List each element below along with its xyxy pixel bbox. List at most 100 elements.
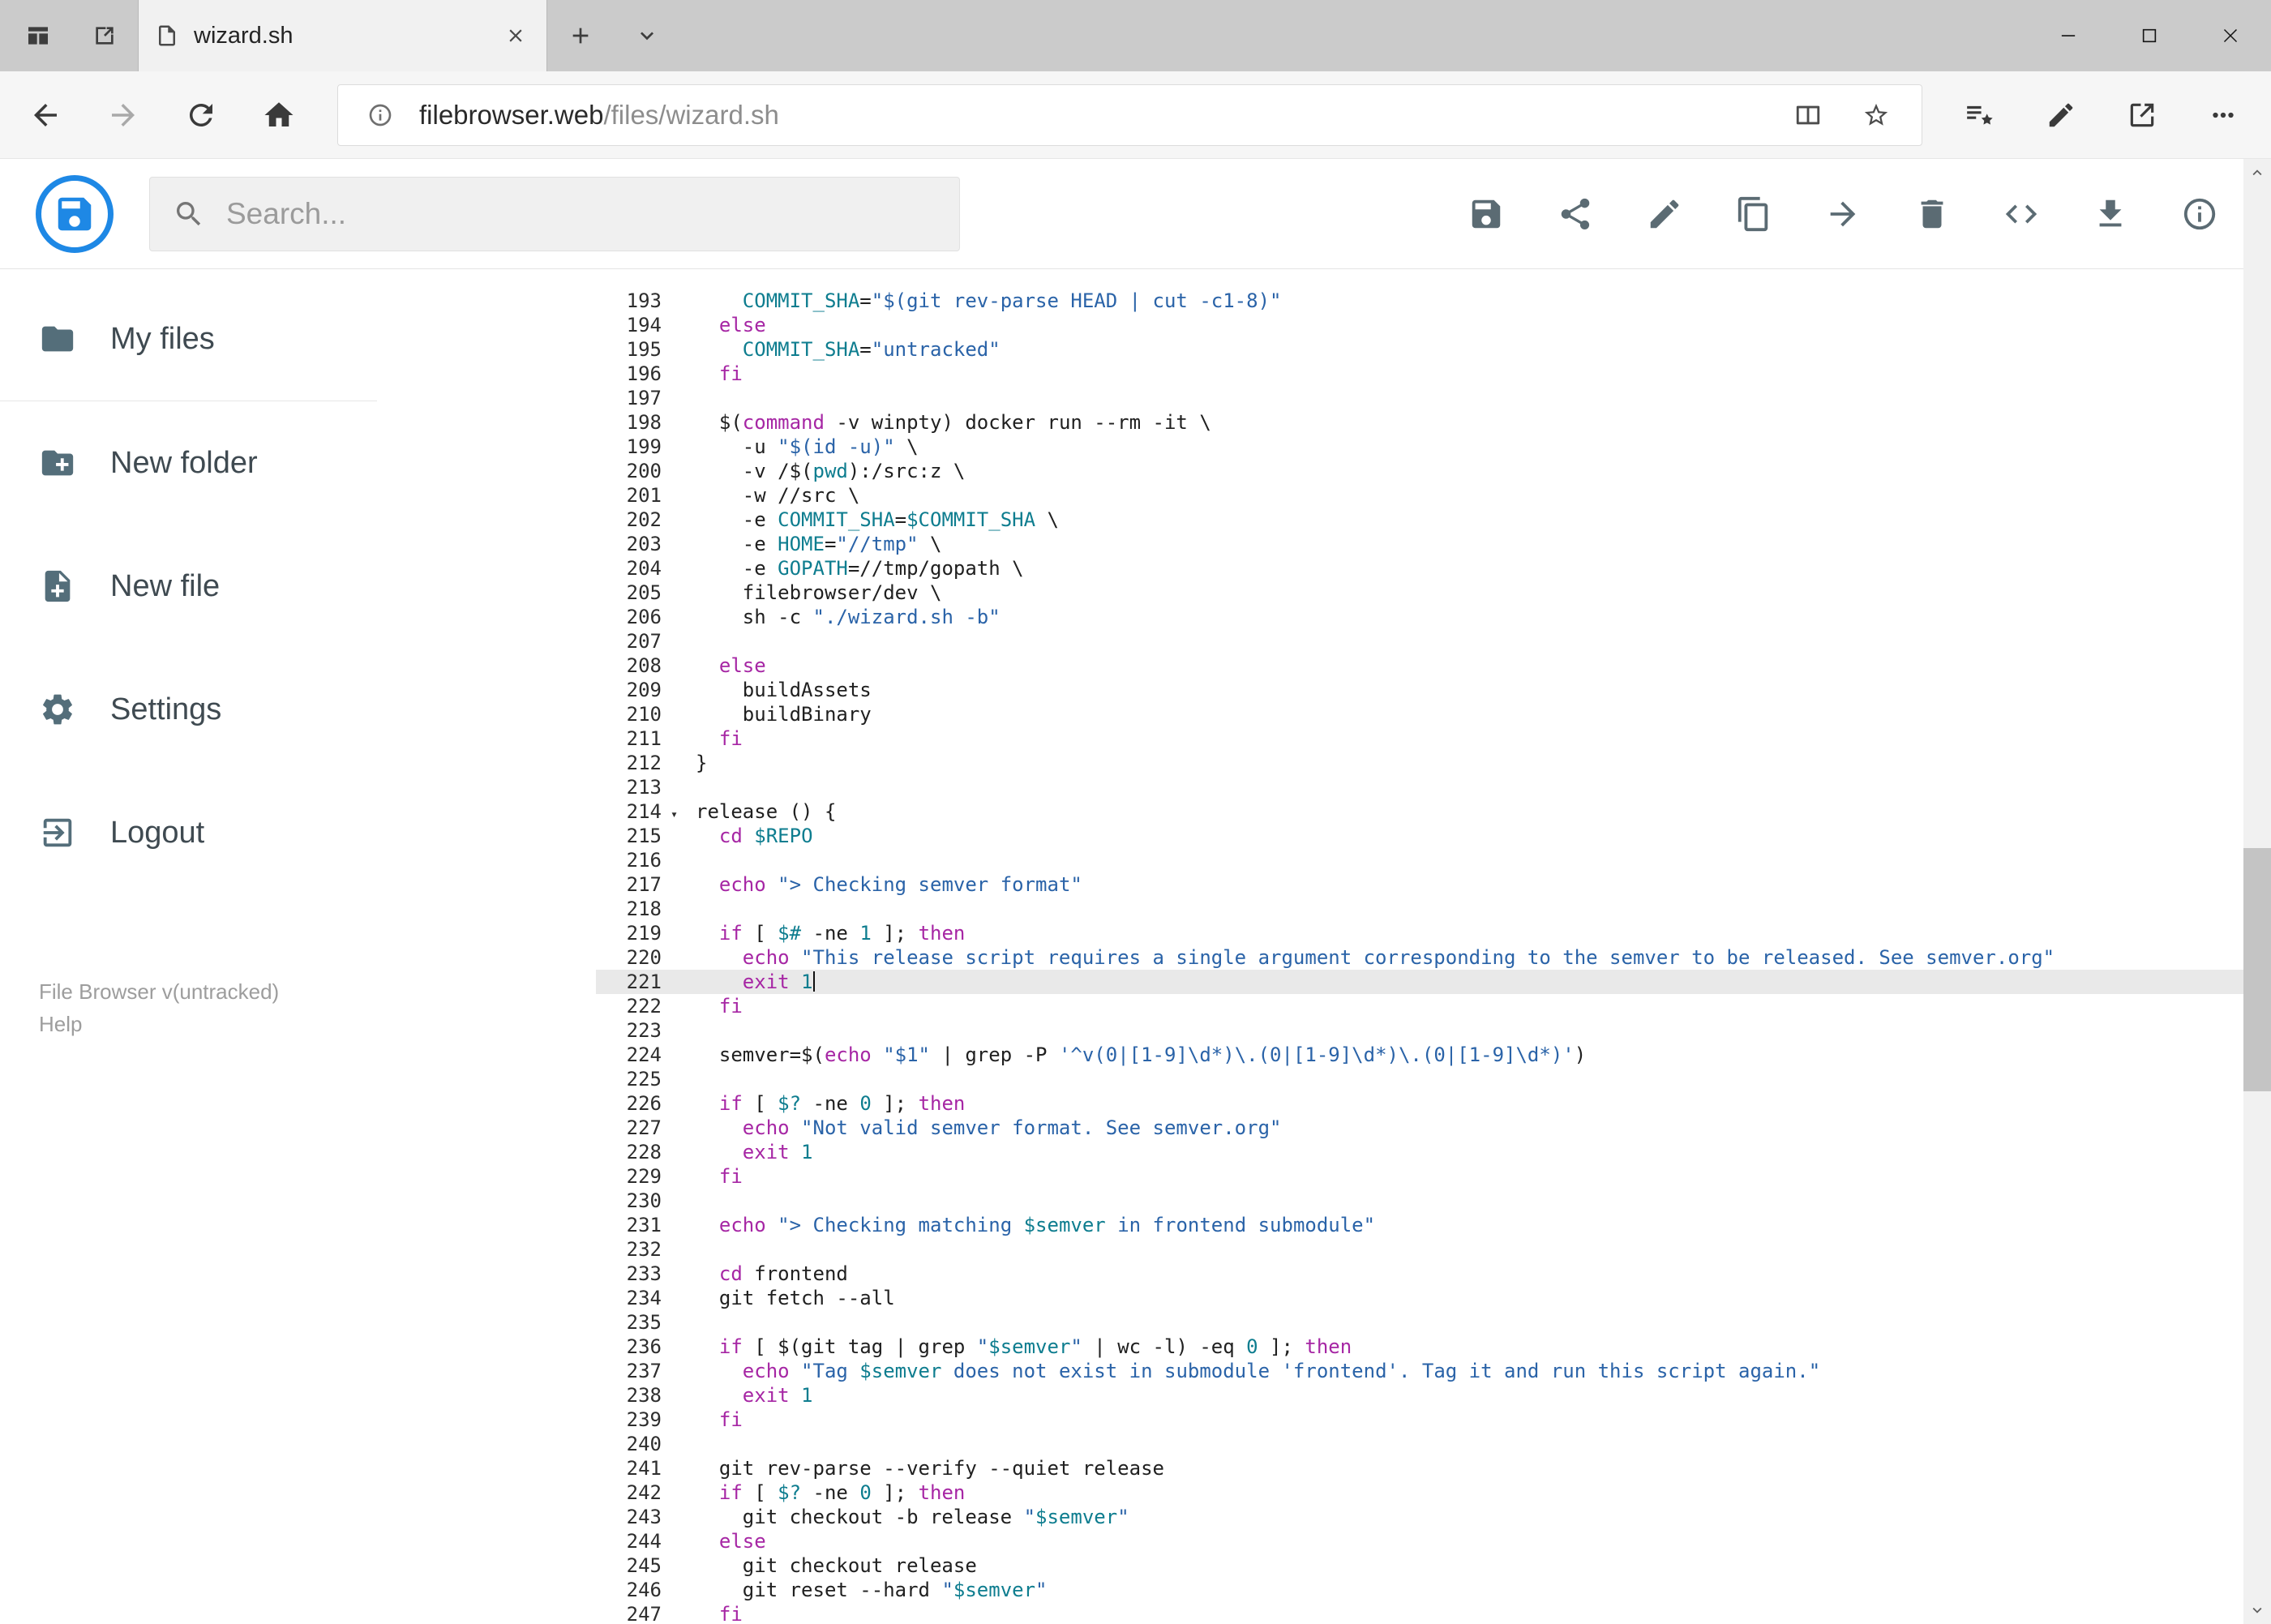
editor-line[interactable]: 216 bbox=[596, 848, 2271, 872]
editor-mode-button[interactable] bbox=[2002, 195, 2041, 234]
sidebar-item-my-files[interactable]: My files bbox=[0, 277, 377, 401]
editor-line[interactable]: 201 -w //src \ bbox=[596, 483, 2271, 508]
editor-line[interactable]: 236 if [ $(git tag | grep "$semver" | wc… bbox=[596, 1335, 2271, 1359]
refresh-button[interactable] bbox=[162, 78, 240, 152]
editor-line[interactable]: 202 -e COMMIT_SHA=$COMMIT_SHA \ bbox=[596, 508, 2271, 532]
editor-line[interactable]: 225 bbox=[596, 1067, 2271, 1091]
add-favorite-button[interactable] bbox=[1850, 89, 1902, 141]
editor-line[interactable]: 221 exit 1 bbox=[596, 970, 2271, 994]
share-button[interactable] bbox=[1556, 195, 1595, 234]
editor-line[interactable]: 208 else bbox=[596, 653, 2271, 678]
reading-view-button[interactable] bbox=[1782, 89, 1834, 141]
editor-line[interactable]: 246 git reset --hard "$semver" bbox=[596, 1578, 2271, 1602]
editor-line[interactable]: 209 buildAssets bbox=[596, 678, 2271, 702]
editor-line[interactable]: 245 git checkout release bbox=[596, 1553, 2271, 1578]
editor-line[interactable]: 226 if [ $? -ne 0 ]; then bbox=[596, 1091, 2271, 1116]
editor-line[interactable]: 229 fi bbox=[596, 1164, 2271, 1189]
editor-line[interactable]: 211 fi bbox=[596, 726, 2271, 751]
editor-line[interactable]: 204 -e GOPATH=//tmp/gopath \ bbox=[596, 556, 2271, 581]
editor-line[interactable]: 242 if [ $? -ne 0 ]; then bbox=[596, 1480, 2271, 1505]
editor-line[interactable]: 228 exit 1 bbox=[596, 1140, 2271, 1164]
editor-line[interactable]: 235 bbox=[596, 1310, 2271, 1335]
sidebar-item-settings[interactable]: Settings bbox=[0, 648, 377, 771]
editor-line[interactable]: 205 filebrowser/dev \ bbox=[596, 581, 2271, 605]
editor-line[interactable]: 241 git rev-parse --verify --quiet relea… bbox=[596, 1456, 2271, 1480]
tab-list-button[interactable] bbox=[614, 0, 680, 71]
editor-line[interactable]: 215 cd $REPO bbox=[596, 824, 2271, 848]
address-bar[interactable]: filebrowser.web/files/wizard.sh bbox=[337, 84, 1922, 146]
search-bar[interactable] bbox=[149, 176, 960, 251]
editor-line[interactable]: 196 fi bbox=[596, 362, 2271, 386]
home-button[interactable] bbox=[240, 78, 318, 152]
editor-line[interactable]: 198 $(command -v winpty) docker run --rm… bbox=[596, 410, 2271, 435]
editor-line[interactable]: 232 bbox=[596, 1237, 2271, 1262]
editor-line[interactable]: 199 -u "$(id -u)" \ bbox=[596, 435, 2271, 459]
back-button[interactable] bbox=[6, 78, 84, 152]
editor-line[interactable]: 244 else bbox=[596, 1529, 2271, 1553]
move-button[interactable] bbox=[1823, 195, 1862, 234]
editor-line[interactable]: 193 COMMIT_SHA="$(git rev-parse HEAD | c… bbox=[596, 289, 2271, 313]
page-scrollbar[interactable] bbox=[2243, 159, 2271, 1624]
editor-line[interactable]: 231 echo "> Checking matching $semver in… bbox=[596, 1213, 2271, 1237]
editor-line[interactable]: 220 echo "This release script requires a… bbox=[596, 945, 2271, 970]
tab-previews-button[interactable] bbox=[5, 0, 71, 71]
more-options-button[interactable] bbox=[2185, 78, 2261, 152]
search-input[interactable] bbox=[226, 196, 936, 231]
set-tabs-aside-button[interactable] bbox=[71, 0, 138, 71]
editor-line[interactable]: 214 ▾ release () { bbox=[596, 799, 2271, 824]
editor-line[interactable]: 233 cd frontend bbox=[596, 1262, 2271, 1286]
editor-line[interactable]: 194 else bbox=[596, 313, 2271, 337]
editor-line[interactable]: 222 fi bbox=[596, 994, 2271, 1018]
editor-line[interactable]: 227 echo "Not valid semver format. See s… bbox=[596, 1116, 2271, 1140]
info-button[interactable] bbox=[2180, 195, 2219, 234]
editor-line[interactable]: 195 COMMIT_SHA="untracked" bbox=[596, 337, 2271, 362]
favorites-hub-button[interactable] bbox=[1942, 78, 2018, 152]
editor-line[interactable]: 230 bbox=[596, 1189, 2271, 1213]
delete-button[interactable] bbox=[1913, 195, 1952, 234]
editor-line[interactable]: 213 bbox=[596, 775, 2271, 799]
editor-line[interactable]: 197 bbox=[596, 386, 2271, 410]
editor-line[interactable]: 217 echo "> Checking semver format" bbox=[596, 872, 2271, 897]
editor-line[interactable]: 237 echo "Tag $semver does not exist in … bbox=[596, 1359, 2271, 1383]
editor-line[interactable]: 218 bbox=[596, 897, 2271, 921]
maximize-button[interactable] bbox=[2109, 0, 2190, 71]
editor-line[interactable]: 210 buildBinary bbox=[596, 702, 2271, 726]
sidebar-item-new-folder[interactable]: New folder bbox=[0, 401, 377, 525]
share-page-button[interactable] bbox=[2104, 78, 2180, 152]
rename-button[interactable] bbox=[1645, 195, 1684, 234]
editor-line[interactable]: 203 -e HOME="//tmp" \ bbox=[596, 532, 2271, 556]
close-window-button[interactable] bbox=[2190, 0, 2271, 71]
editor-line[interactable]: 238 exit 1 bbox=[596, 1383, 2271, 1408]
tab-wizard-sh[interactable]: wizard.sh bbox=[138, 0, 547, 71]
site-info-button[interactable] bbox=[358, 92, 403, 138]
minimize-button[interactable] bbox=[2028, 0, 2109, 71]
editor-line[interactable]: 239 fi bbox=[596, 1408, 2271, 1432]
forward-button[interactable] bbox=[84, 78, 162, 152]
scrollbar-up-arrow[interactable] bbox=[2243, 159, 2271, 186]
scrollbar-thumb[interactable] bbox=[2243, 848, 2271, 1091]
editor-line[interactable]: 206 sh -c "./wizard.sh -b" bbox=[596, 605, 2271, 629]
help-link[interactable]: Help bbox=[39, 1008, 82, 1040]
download-button[interactable] bbox=[2091, 195, 2130, 234]
editor-line[interactable]: 224 semver=$(echo "$1" | grep -P '^v(0|[… bbox=[596, 1043, 2271, 1067]
copy-button[interactable] bbox=[1734, 195, 1773, 234]
editor-line[interactable]: 223 bbox=[596, 1018, 2271, 1043]
editor-line[interactable]: 212} bbox=[596, 751, 2271, 775]
editor-line[interactable]: 240 bbox=[596, 1432, 2271, 1456]
editor-line[interactable]: 200 -v /$(pwd):/src:z \ bbox=[596, 459, 2271, 483]
fold-toggle-icon[interactable]: ▾ bbox=[671, 802, 678, 826]
scrollbar-down-arrow[interactable] bbox=[2243, 1596, 2271, 1624]
editor-line[interactable]: 247 fi bbox=[596, 1602, 2271, 1624]
filebrowser-logo[interactable] bbox=[36, 174, 114, 253]
editor-line[interactable]: 243 git checkout -b release "$semver" bbox=[596, 1505, 2271, 1529]
sidebar-item-new-file[interactable]: New file bbox=[0, 525, 377, 648]
web-note-button[interactable] bbox=[2023, 78, 2099, 152]
editor-line[interactable]: 219 if [ $# -ne 1 ]; then bbox=[596, 921, 2271, 945]
new-tab-button[interactable] bbox=[547, 0, 614, 71]
editor-line[interactable]: 234 git fetch --all bbox=[596, 1286, 2271, 1310]
tab-close-button[interactable] bbox=[501, 21, 530, 50]
code-editor[interactable]: 193 COMMIT_SHA="$(git rev-parse HEAD | c… bbox=[596, 269, 2271, 1624]
sidebar-item-logout[interactable]: Logout bbox=[0, 771, 377, 894]
editor-line[interactable]: 207 bbox=[596, 629, 2271, 653]
save-button[interactable] bbox=[1467, 195, 1506, 234]
